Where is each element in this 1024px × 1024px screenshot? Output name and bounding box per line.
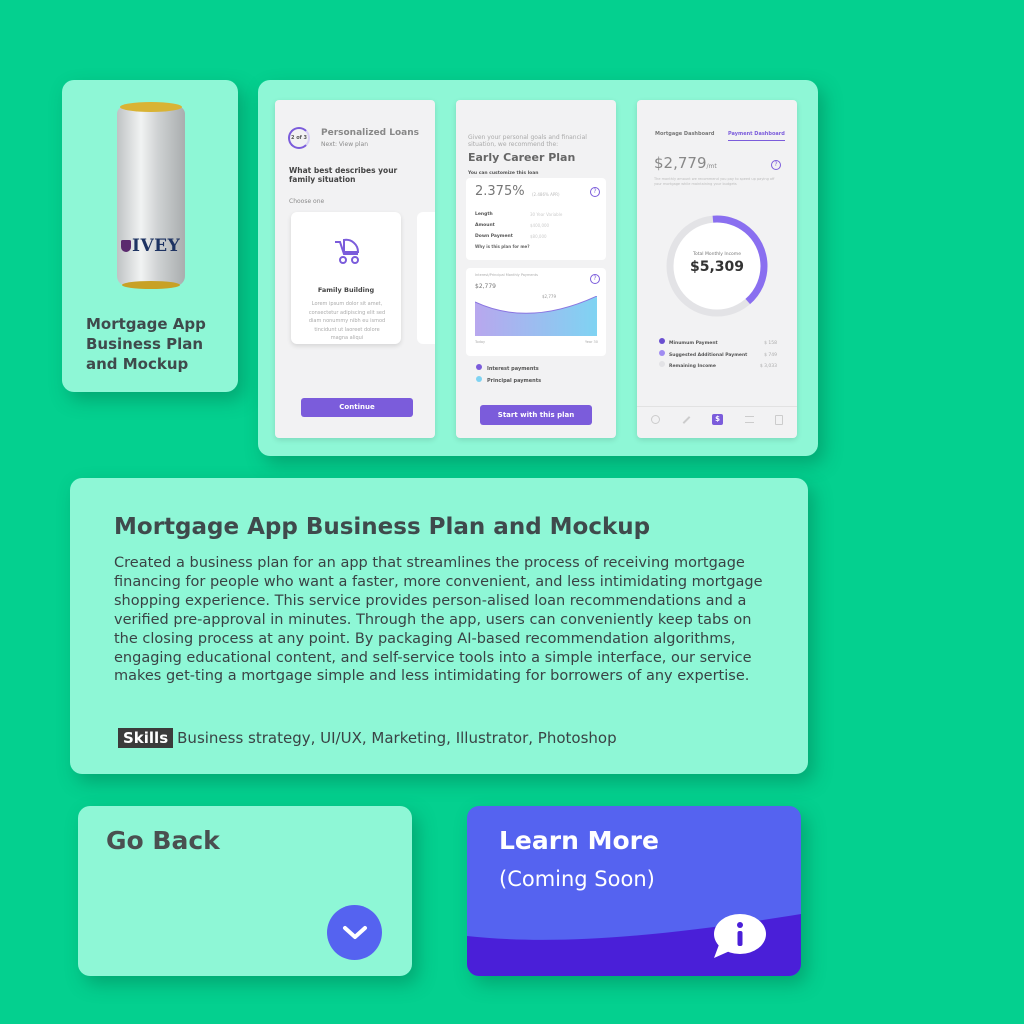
- nav-list-icon[interactable]: [744, 416, 754, 423]
- help-icon[interactable]: ?: [771, 160, 781, 170]
- plan-title: Early Career Plan: [468, 151, 576, 164]
- legend-principal: Principal payments: [487, 378, 542, 384]
- legend-suggested: Suggested Additional Payment: [669, 352, 748, 358]
- chevron-down-icon: [342, 925, 367, 939]
- continue-button[interactable]: Continue: [301, 398, 413, 417]
- plan-intro: Given your personal goals and financial …: [468, 134, 587, 148]
- skills-list: Business strategy, UI/UX, Marketing, Ill…: [177, 729, 617, 747]
- progress-ring: 2 of 3: [288, 127, 310, 149]
- mockup-title: Personalized Loans: [321, 128, 420, 138]
- rate-value: 2.375%: [475, 184, 525, 199]
- payment-amount: $2,779/mt: [654, 154, 717, 172]
- rate-note: (2.486% APR): [532, 192, 560, 197]
- legend-interest: Interest payments: [487, 366, 539, 372]
- legend-minimum-value: $ 158: [764, 341, 777, 346]
- legend-suggested-value: $ 749: [764, 352, 777, 358]
- legend-dot-icon: [476, 376, 482, 382]
- go-back-button[interactable]: [327, 905, 382, 960]
- mockup-subtitle: Next: View plan: [321, 141, 369, 148]
- nav-home-icon[interactable]: [651, 415, 660, 424]
- nav-document-icon[interactable]: [775, 414, 783, 425]
- legend-dot-icon: [659, 349, 665, 356]
- row-length-label: Length: [475, 212, 493, 217]
- loan-details-card: 2.375% (2.486% APR) ? Length Amount Down…: [466, 178, 606, 260]
- legend-dot-icon: [659, 338, 665, 344]
- payments-area-chart: [475, 296, 597, 336]
- nav-edit-icon[interactable]: [682, 415, 690, 424]
- customize-text: You can customize this loan: [468, 171, 539, 176]
- start-plan-button[interactable]: Start with this plan: [480, 405, 592, 425]
- project-card-title: Mortgage App Business Plan and Mockup: [86, 315, 206, 373]
- row-length-value[interactable]: 30 Year Variable: [530, 209, 562, 220]
- ivey-can-image: IVEY: [117, 102, 185, 289]
- shield-icon: [121, 240, 131, 252]
- legend-remaining-value: $ 3,033: [759, 364, 777, 369]
- row-down-value[interactable]: $80,000: [530, 231, 562, 242]
- option-card: Family Building Lorem ipsum dolor sit am…: [291, 212, 401, 344]
- row-amount-value[interactable]: $400,000: [530, 220, 562, 231]
- axis-start: Today: [475, 340, 486, 344]
- skills-row: Skills Business strategy, UI/UX, Marketin…: [118, 728, 617, 748]
- stroller-icon: [335, 238, 360, 264]
- donut-label: Total Monthly Income: [693, 252, 741, 257]
- payments-chart-card: Interest/Principal Monthly Payments ? $2…: [466, 268, 606, 356]
- mockup-hint: Choose one: [289, 198, 325, 205]
- why-link[interactable]: Why is this plan for me?: [475, 244, 530, 249]
- phone-mockup-payment-dashboard: Mortgage Dashboard Payment Dashboard $2,…: [637, 100, 797, 438]
- learn-more-label[interactable]: Learn More: [499, 826, 659, 855]
- legend-remaining: Remaining Income: [669, 364, 716, 369]
- option-text: Lorem ipsum dolor sit amet, consectetur …: [308, 301, 386, 341]
- option-title: Family Building: [317, 286, 375, 294]
- payment-note: The monthly amount we recommend you pay …: [654, 177, 775, 186]
- help-icon[interactable]: ?: [590, 274, 600, 284]
- phone-mockup-personalized-loans: 2 of 3 Personalized Loans Next: View pla…: [275, 100, 435, 438]
- bottom-nav: $: [651, 414, 783, 425]
- learn-more-sub: (Coming Soon): [499, 867, 655, 891]
- mockup-question: What best describes your family situatio…: [289, 166, 398, 184]
- description-title: Mortgage App Business Plan and Mockup: [114, 514, 651, 540]
- row-down-label: Down Payment: [475, 234, 513, 239]
- income-legend: Minumum Payment $ 158 Suggested Additiona…: [659, 338, 777, 373]
- option-card-next: [417, 212, 435, 344]
- nav-dollar-icon[interactable]: $: [712, 414, 723, 425]
- ivey-logo: IVEY: [121, 236, 180, 256]
- chart-label: Interest/Principal Monthly Payments: [475, 273, 538, 277]
- tab-mortgage-dashboard[interactable]: Mortgage Dashboard: [655, 131, 714, 137]
- go-back-label[interactable]: Go Back: [106, 826, 220, 855]
- legend-minimum: Minumum Payment: [669, 341, 718, 346]
- help-icon[interactable]: ?: [590, 187, 600, 197]
- row-amount-label: Amount: [475, 223, 495, 228]
- description-body: Created a business plan for an app that …: [114, 555, 763, 685]
- chart-legend: Interest payments Principal payments: [476, 363, 541, 387]
- skills-badge: Skills: [118, 728, 174, 748]
- legend-dot-icon: [659, 361, 665, 367]
- axis-end: Year 30: [585, 340, 598, 344]
- tab-payment-dashboard[interactable]: Payment Dashboard: [728, 131, 785, 141]
- donut-value: $5,309: [689, 259, 745, 275]
- phone-mockup-early-career: Given your personal goals and financial …: [456, 100, 616, 438]
- chart-start-value: $2,779: [475, 283, 496, 290]
- legend-dot-icon: [476, 364, 482, 370]
- info-icon[interactable]: [712, 912, 768, 960]
